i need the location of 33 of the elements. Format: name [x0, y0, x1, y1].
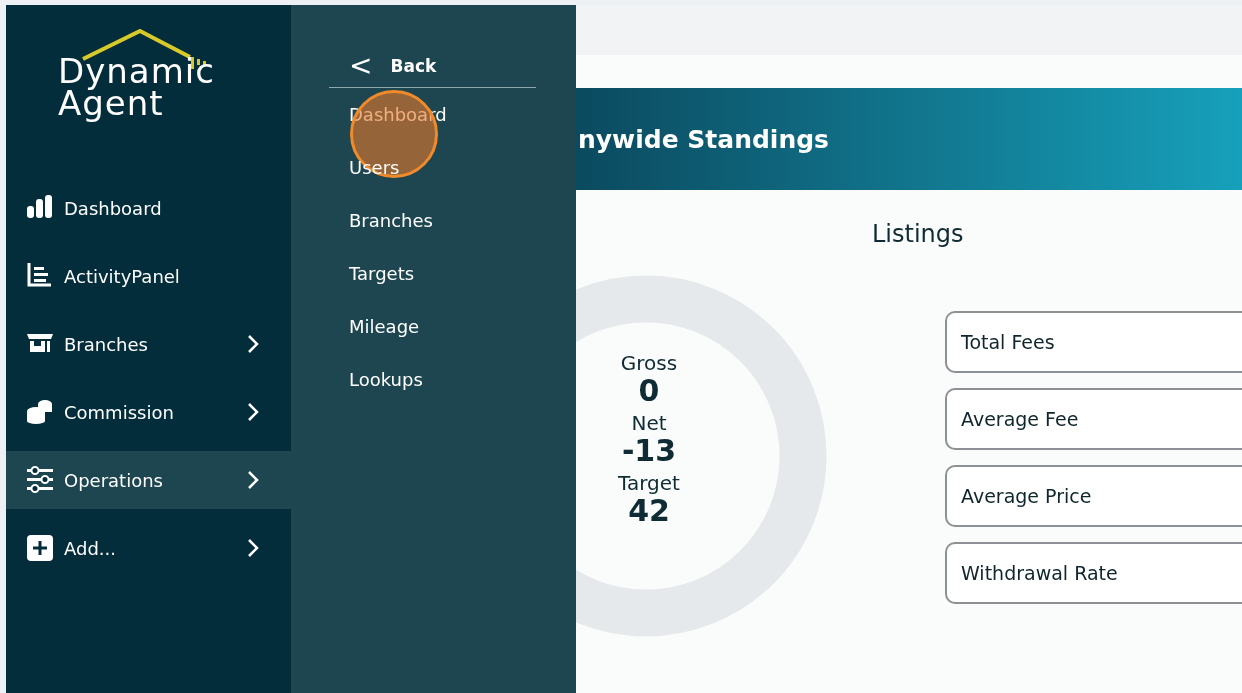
metric-card[interactable]: Average Fee [945, 388, 1242, 450]
nav-item[interactable]: Branches [6, 315, 291, 373]
submenu-item[interactable]: Mileage [349, 316, 420, 369]
plus-icon [26, 534, 54, 562]
back-icon: < [349, 52, 373, 80]
sliders-icon [26, 466, 54, 494]
nav-label: Add... [64, 537, 116, 559]
nav-label: Operations [64, 469, 163, 491]
nav-item[interactable]: ActivityPanel [6, 247, 291, 305]
nav-label: Dashboard [64, 197, 162, 219]
stat-value: 42 [628, 495, 670, 527]
list-chart-icon [26, 262, 54, 290]
stat-label: Net [631, 411, 667, 435]
nav-item[interactable]: Commission [6, 383, 291, 441]
stat-label: Target [618, 471, 680, 495]
nav-item[interactable]: Add... [6, 519, 291, 577]
nav-item[interactable]: Operations [6, 451, 291, 509]
nav-item[interactable]: Dashboard [6, 179, 291, 237]
stat-value: -13 [621, 435, 677, 467]
stat-value: 0 [638, 375, 660, 407]
metric-card[interactable]: Average Price [945, 465, 1242, 527]
nav-label: ActivityPanel [64, 265, 180, 287]
submenu-item[interactable]: Lookups [349, 369, 423, 422]
nav-label: Commission [64, 401, 174, 423]
back-button[interactable]: < Back [329, 51, 536, 81]
section-title: nywide Standings [578, 124, 829, 154]
stat-label: Gross [620, 351, 678, 375]
metric-card[interactable]: Withdrawal Rate [945, 542, 1242, 604]
nav-label: Branches [64, 333, 148, 355]
metric-card[interactable]: Total Fees [945, 311, 1242, 373]
submenu-item[interactable]: Targets [349, 263, 415, 316]
listings-title: Listings [872, 220, 964, 248]
submenu-item[interactable]: Branches [349, 210, 433, 263]
